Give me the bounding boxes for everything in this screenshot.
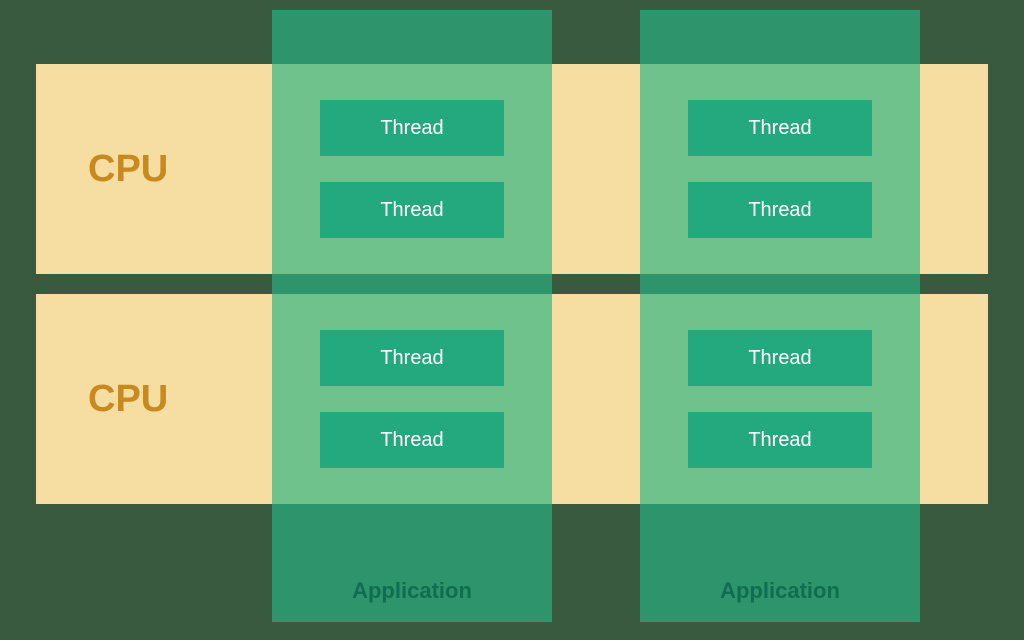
thread-box: Thread: [688, 412, 872, 468]
application-body: Thread Thread Thread Thread: [272, 10, 552, 560]
thread-box: Thread: [688, 100, 872, 156]
application-column: Thread Thread Thread Thread Application: [272, 10, 552, 622]
application-label: Application: [640, 560, 920, 622]
thread-box: Thread: [320, 100, 504, 156]
thread-box: Thread: [320, 412, 504, 468]
application-column: Thread Thread Thread Thread Application: [640, 10, 920, 622]
thread-box: Thread: [688, 330, 872, 386]
thread-box: Thread: [688, 182, 872, 238]
cpu-label: CPU: [36, 148, 286, 191]
thread-box: Thread: [320, 330, 504, 386]
cpu-label: CPU: [36, 378, 286, 421]
thread-group: Thread Thread: [640, 64, 920, 274]
thread-group: Thread Thread: [640, 294, 920, 504]
thread-box: Thread: [320, 182, 504, 238]
thread-group: Thread Thread: [272, 294, 552, 504]
application-body: Thread Thread Thread Thread: [640, 10, 920, 560]
thread-group: Thread Thread: [272, 64, 552, 274]
application-label: Application: [272, 560, 552, 622]
